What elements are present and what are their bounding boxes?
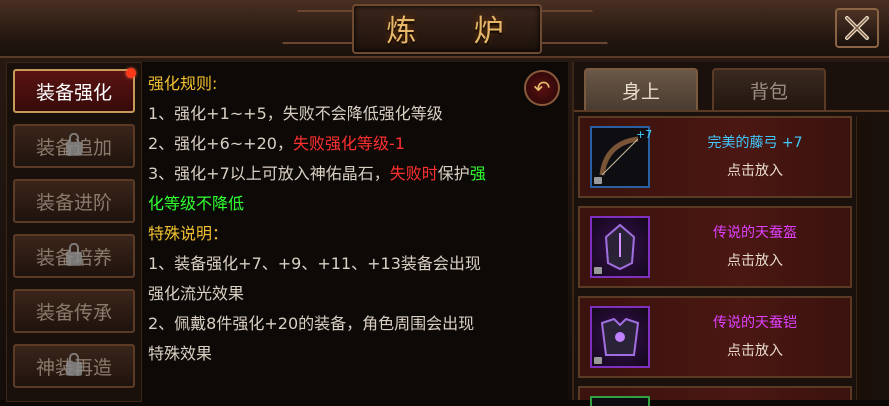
return-button[interactable]: ↶ [524,70,560,106]
menu-item-append[interactable]: 装备追加 [13,124,135,168]
item-name: 完美的藤弓 +7 [707,135,803,151]
item-name: 传说的天蚕盔 [713,225,797,241]
menu-item-label: 装备进阶 [35,191,112,214]
menu-item-enhance[interactable]: 装备强化 [13,68,136,113]
rule-warning-text: 失败时 [389,164,438,183]
special-line-1: 1、装备强化+7、+9、+11、+13装备会出现 [148,254,481,273]
rule-line-2: 2、强化+6~+20，失败强化等级-1 [148,130,405,154]
return-arrow-icon: ↶ [533,76,551,100]
rule-text: 2、强化+6~+20， [148,134,293,153]
rules-heading: 强化规则: [148,74,218,93]
close-icon [845,16,869,40]
lock-icon [66,242,82,266]
tab-backpack[interactable]: 背包 [712,68,826,110]
tab-equipped[interactable]: 身上 [584,68,698,110]
equipment-slot-row[interactable] [578,386,852,406]
rule-text: 保护 [437,164,470,183]
special-line-2: 2、佩戴8件强化+20的装备，角色周围会出现 [148,314,475,333]
item-action[interactable]: 点击放入 [660,250,850,270]
rule-line-3: 3、强化+7以上可放入神佑晶石，失败时保护强 [148,160,486,184]
rules-panel: 强化规则: 1、强化+1~+5，失败不会降低强化等级 2、强化+6~+20，失败… [142,62,568,400]
item-slot[interactable] [590,396,650,406]
item-action[interactable]: 点击放入 [660,340,850,360]
rule-warning-text: 失败强化等级-1 [292,134,405,153]
title-bar: 炼 炉 [0,0,889,58]
enhance-level-badge: +7 [636,128,653,141]
equipment-slot-row[interactable]: 传说的天蚕盔 点击放入 [578,206,852,288]
bind-lock-icon [594,357,602,364]
rule-line-1: 1、强化+1~+5，失败不会降低强化等级 [148,104,443,123]
item-slot[interactable] [590,306,650,368]
bind-lock-icon [594,267,602,274]
special-line-2b: 特殊效果 [148,344,213,363]
scrollbar[interactable] [856,116,869,400]
notification-dot [126,68,136,78]
menu-item-cultivate[interactable]: 装备培养 [13,234,135,278]
item-action[interactable]: 点击放入 [660,160,850,180]
item-slot[interactable]: +7 [590,126,653,188]
function-menu: 装备强化 装备追加 装备进阶 装备培养 装备传承 神装再造 [6,62,142,402]
item-name: 传说的天蚕铠 [713,315,797,331]
tab-divider [574,110,889,112]
menu-item-remake[interactable]: 神装再造 [13,344,135,388]
forge-window: 炼 炉 装备强化 装备追加 装备进阶 装备培养 装备传承 神装再造 [0,0,889,406]
close-button[interactable] [835,8,879,48]
menu-item-advance[interactable]: 装备进阶 [13,179,135,223]
rule-ok-text: 强 [469,164,486,183]
equipment-panel: 身上 背包 +7 完美的藤弓 +7 点击放入 传说的天蚕盔 点击放入 传说的天蚕… [572,62,889,406]
menu-item-label: 装备传承 [35,301,112,324]
equipment-slot-row[interactable]: 传说的天蚕铠 点击放入 [578,296,852,378]
item-slot[interactable] [590,216,650,278]
menu-item-label: 装备强化 [35,81,112,104]
special-line-1b: 强化流光效果 [148,284,245,303]
window-title: 炼 炉 [386,14,528,49]
menu-item-inherit[interactable]: 装备传承 [13,289,135,333]
rule-line-4: 化等级不降低 [148,194,245,213]
bind-lock-icon [594,177,602,184]
equipment-slot-row[interactable]: +7 完美的藤弓 +7 点击放入 [578,116,852,198]
rule-text: 3、强化+7以上可放入神佑晶石， [148,164,390,183]
lock-icon [66,132,82,156]
special-heading: 特殊说明： [148,224,229,243]
lock-icon [66,352,82,376]
